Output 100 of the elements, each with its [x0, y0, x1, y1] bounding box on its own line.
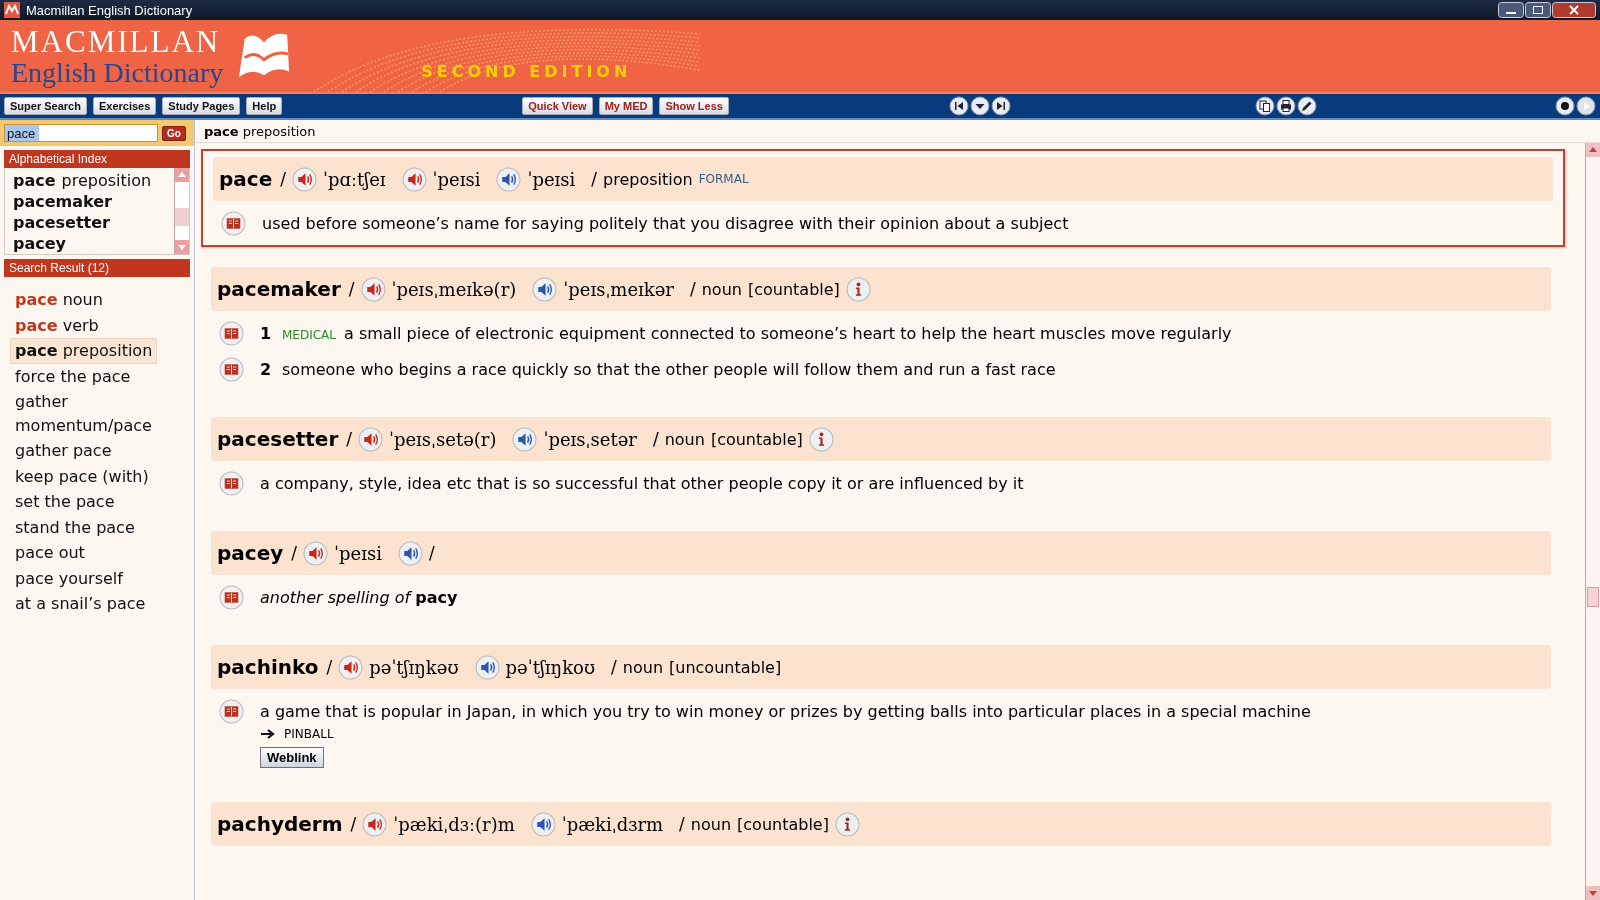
window-title: Macmillan English Dictionary [26, 2, 193, 18]
view-button[interactable]: My MED [598, 97, 654, 115]
brand-name: MACMILLAN [11, 25, 222, 57]
index-item[interactable]: pace preposition [13, 170, 166, 191]
pronunciation: ˈpeɪsˌmeɪkə(r) [391, 278, 517, 300]
info-icon[interactable] [834, 811, 860, 837]
book-icon[interactable] [219, 471, 244, 496]
speaker-icon[interactable] [362, 811, 388, 837]
minimize-icon[interactable] [1498, 2, 1524, 18]
pronunciation: pəˈtʃɪŋkəʊ [369, 656, 459, 678]
record-icon[interactable] [1555, 96, 1575, 116]
speaker-icon[interactable] [474, 654, 500, 680]
result-item[interactable]: stand the pace [10, 514, 140, 540]
definition-text: a company, style, idea etc that is so successful that other people copy it or are influenced by it [260, 474, 1024, 493]
speaker-icon[interactable] [303, 540, 328, 566]
speaker-icon[interactable] [338, 654, 364, 680]
info-icon[interactable] [808, 426, 834, 452]
pronunciation: ˈpeɪsˌmeɪkər [563, 278, 674, 300]
speaker-icon[interactable] [397, 540, 423, 566]
headword: pachinko [217, 655, 319, 679]
arrow-icon [260, 728, 276, 740]
slash: / [428, 543, 435, 563]
book-icon[interactable] [219, 357, 244, 382]
result-item[interactable]: force the pace [10, 363, 136, 389]
close-icon[interactable] [1552, 2, 1596, 18]
result-item[interactable]: gather pace [10, 438, 117, 464]
headword: pachyderm [217, 812, 343, 836]
slash: / [346, 429, 352, 449]
speaker-icon[interactable] [401, 166, 427, 192]
result-item[interactable]: pace noun [10, 287, 108, 313]
print-icon[interactable] [1275, 96, 1296, 116]
result-item[interactable]: pace verb [10, 312, 104, 338]
sense-number: 2 [260, 360, 273, 379]
next-icon[interactable] [990, 96, 1011, 116]
speaker-icon[interactable] [512, 426, 538, 452]
pronunciation: ˈpeɪsˌsetə(r) [389, 428, 497, 450]
dropdown-icon[interactable] [969, 96, 990, 116]
toolbar-button[interactable]: Exercises [92, 97, 157, 115]
index-item[interactable]: pacey [13, 233, 166, 254]
toolbar-button[interactable]: Super Search [4, 97, 87, 115]
cross-reference-link[interactable]: PINBALL [284, 727, 334, 741]
go-button[interactable]: Go [162, 125, 186, 141]
pronunciation: ˈpeɪsi [432, 168, 481, 190]
maximize-icon[interactable] [1525, 2, 1551, 18]
speaker-icon[interactable] [530, 811, 556, 837]
app-logo-icon [4, 2, 20, 18]
slash: / [690, 279, 696, 299]
info-icon[interactable] [845, 276, 871, 302]
headword: pacemaker [217, 277, 341, 301]
speaker-icon[interactable] [532, 276, 558, 302]
speaker-icon[interactable] [496, 166, 522, 192]
result-item[interactable]: pace yourself [10, 565, 128, 591]
slash: / [350, 814, 357, 834]
grammar-label: [uncountable] [669, 657, 782, 677]
view-button[interactable]: Quick View [522, 97, 593, 115]
toolbar-button[interactable]: Help [246, 97, 283, 115]
pencil-icon[interactable] [1296, 96, 1317, 116]
slash: / [291, 543, 297, 563]
speaker-icon[interactable] [291, 166, 317, 192]
definition-text: used before someone’s name for saying politely that you disagree with their opinion about a subject [262, 214, 1069, 233]
subject-label: MEDICAL [282, 328, 336, 342]
book-icon[interactable] [219, 699, 244, 724]
headword: pacey [217, 541, 284, 565]
book-icon[interactable] [219, 585, 244, 610]
part-of-speech: noun [622, 657, 664, 677]
definition-text: another spelling of pacy [260, 588, 458, 607]
index-item[interactable]: pacesetter [13, 212, 166, 233]
pronunciation: ˈpækiˌdɜː(r)m [393, 813, 515, 835]
result-item[interactable]: at a snail’s pace [10, 591, 151, 617]
weblink-button[interactable]: Weblink [260, 747, 324, 768]
grammar-label: [countable] [737, 814, 829, 834]
toolbar-button[interactable]: Study Pages [162, 97, 241, 115]
definition-text: a game that is popular in Japan, in which you try to win money or prizes by getting balls into particular places in a special machine [260, 702, 1311, 721]
copy-icon[interactable] [1254, 96, 1275, 116]
view-button[interactable]: Show Less [659, 97, 729, 115]
result-item[interactable]: keep pace (with) [10, 463, 154, 489]
current-entry-label: pace preposition [204, 123, 316, 139]
slash: / [591, 169, 598, 189]
result-item[interactable]: pace out [10, 540, 90, 566]
pronunciation: ˈpeɪsi [527, 168, 576, 190]
previous-icon[interactable] [948, 96, 969, 116]
book-icon[interactable] [221, 211, 246, 236]
grammar-label: [countable] [710, 429, 803, 449]
slash: / [652, 429, 659, 449]
play-icon[interactable] [1576, 96, 1596, 116]
panel-header: Search Result (12) [4, 259, 190, 277]
book-icon[interactable] [219, 321, 244, 346]
speaker-icon[interactable] [360, 276, 386, 302]
speaker-icon[interactable] [358, 426, 383, 452]
part-of-speech: noun [664, 429, 705, 449]
scrollbar[interactable] [1585, 143, 1600, 900]
scrollbar[interactable] [174, 168, 189, 254]
headword: pacesetter [217, 427, 339, 451]
result-item[interactable]: pace preposition [10, 338, 158, 364]
index-item[interactable]: pacemaker [13, 191, 166, 212]
pronunciation: ˈpɑːtʃeɪ [322, 168, 386, 190]
slash: / [679, 814, 685, 834]
search-field[interactable]: pace [4, 124, 158, 142]
result-item[interactable]: set the pace [10, 489, 120, 515]
sense-number: 1 [260, 324, 273, 343]
